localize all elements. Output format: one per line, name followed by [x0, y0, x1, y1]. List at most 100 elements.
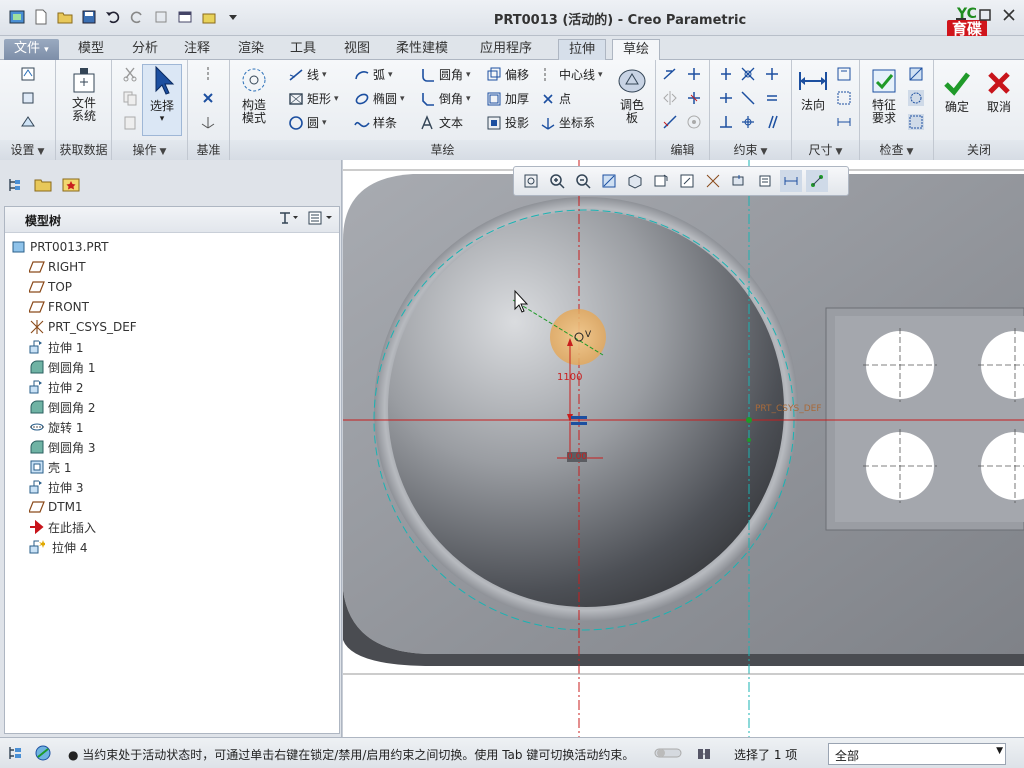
- maximize-button[interactable]: [976, 6, 994, 24]
- tree-item-revolve-1[interactable]: 旋转 1: [29, 417, 83, 437]
- folder-browser-tab-icon[interactable]: [32, 174, 54, 196]
- tree-item-extrude-4[interactable]: 拉伸 4: [29, 537, 87, 557]
- offset-tool[interactable]: 偏移: [486, 66, 529, 83]
- tree-item-round-1[interactable]: 倒圆角 1: [29, 357, 95, 377]
- tab-analysis[interactable]: 分析: [122, 39, 168, 60]
- toggle-icon[interactable]: [654, 747, 682, 762]
- tree-item-shell-1[interactable]: 壳 1: [29, 457, 71, 477]
- sketch-view-toolbar-icon[interactable]: [676, 170, 698, 192]
- tab-sketch[interactable]: 草绘: [612, 39, 661, 60]
- normal-dimension-button[interactable]: 法向: [796, 66, 830, 112]
- tree-item-extrude-2[interactable]: 拉伸 2: [29, 377, 83, 397]
- tree-item-part[interactable]: PRT0013.PRT: [11, 237, 108, 257]
- repaint-icon[interactable]: [598, 170, 620, 192]
- circle-tool[interactable]: 圆 ▾: [288, 114, 327, 131]
- rotate-resize-icon[interactable]: [686, 114, 702, 130]
- tree-item-round-3[interactable]: 倒圆角 3: [29, 437, 95, 457]
- saved-views-icon[interactable]: [650, 170, 672, 192]
- tree-item-right[interactable]: RIGHT: [29, 257, 86, 277]
- tree-item-extrude-1[interactable]: 拉伸 1: [29, 337, 83, 357]
- tab-applications[interactable]: 应用程序: [470, 39, 542, 60]
- reference-dim-icon[interactable]: [836, 90, 852, 106]
- feature-requirements-button[interactable]: 特征 要求: [864, 66, 904, 125]
- arc-tool[interactable]: 弧 ▾: [354, 66, 393, 83]
- display-style-icon[interactable]: [624, 170, 646, 192]
- equal-constraint-icon[interactable]: [764, 90, 780, 106]
- selection-filter-icon[interactable]: [696, 746, 716, 765]
- dimension-display-icon[interactable]: [780, 170, 802, 192]
- model-tree-tab-icon[interactable]: [4, 174, 26, 196]
- divide-icon[interactable]: [686, 66, 702, 82]
- rectangle-tool[interactable]: 矩形 ▾: [288, 90, 339, 107]
- mirror-icon[interactable]: [662, 90, 678, 106]
- copy-icon[interactable]: [122, 90, 138, 106]
- cancel-button[interactable]: 取消: [980, 68, 1018, 114]
- dimension-label-horizontal[interactable]: 0.00: [567, 452, 588, 462]
- spin-center-icon[interactable]: [728, 170, 750, 192]
- parallel-constraint-icon[interactable]: [764, 114, 780, 130]
- shade-closed-loops-icon[interactable]: [908, 114, 924, 130]
- tree-item-insert-here[interactable]: 在此插入: [29, 517, 96, 537]
- tab-file[interactable]: 文件 ▾: [4, 39, 59, 60]
- symmetric-constraint-icon[interactable]: [764, 66, 780, 82]
- text-tool[interactable]: 文本: [420, 114, 463, 131]
- palette-button[interactable]: 调色 板: [612, 66, 652, 125]
- tab-render[interactable]: 渲染: [228, 39, 274, 60]
- paste-icon[interactable]: [122, 114, 138, 130]
- thicken-tool[interactable]: 加厚: [486, 90, 529, 107]
- perimeter-dim-icon[interactable]: [836, 66, 852, 82]
- zoom-in-icon[interactable]: [546, 170, 568, 192]
- ellipse-tool[interactable]: 椭圆 ▾: [354, 90, 405, 107]
- vertical-constraint-icon[interactable]: [718, 66, 734, 82]
- cut-icon[interactable]: [122, 66, 138, 82]
- chamfer-tool[interactable]: 倒角 ▾: [420, 90, 471, 107]
- group-dimension-label[interactable]: 尺寸 ▼: [792, 140, 859, 160]
- tangent-constraint-icon[interactable]: [740, 66, 756, 82]
- sketch-view-icon[interactable]: [20, 114, 36, 130]
- tree-settings-icon[interactable]: [277, 210, 299, 229]
- spline-tool[interactable]: 样条: [354, 114, 397, 131]
- modify-icon[interactable]: [662, 66, 678, 82]
- tab-flexible-modeling[interactable]: 柔性建模: [386, 39, 458, 60]
- dimension-label-vertical[interactable]: 1100: [557, 372, 582, 383]
- coincident-constraint-icon[interactable]: [740, 114, 756, 130]
- highlight-open-ends-icon[interactable]: [908, 90, 924, 106]
- datum-display-icon[interactable]: [702, 170, 724, 192]
- tree-item-front[interactable]: FRONT: [29, 297, 89, 317]
- group-setup-label[interactable]: 设置 ▼: [0, 140, 55, 160]
- tab-extrude[interactable]: 拉伸: [558, 39, 607, 60]
- horizontal-constraint-icon[interactable]: [718, 90, 734, 106]
- csys-tool[interactable]: 坐标系: [540, 114, 595, 131]
- datum-csys-icon[interactable]: [200, 114, 216, 130]
- construction-mode-button[interactable]: 构造 模式: [234, 66, 274, 125]
- file-system-button[interactable]: 文件 系统: [64, 66, 104, 123]
- annotation-display-icon[interactable]: [754, 170, 776, 192]
- browser-icon[interactable]: [34, 744, 52, 765]
- select-button[interactable]: 选择 ▾: [142, 64, 182, 136]
- tree-item-csys[interactable]: PRT_CSYS_DEF: [29, 317, 137, 337]
- tree-item-top[interactable]: TOP: [29, 277, 72, 297]
- tree-item-dtm1[interactable]: DTM1: [29, 497, 83, 517]
- project-tool[interactable]: 投影: [486, 114, 529, 131]
- favorites-tab-icon[interactable]: [60, 174, 82, 196]
- datum-centerline-icon[interactable]: [200, 66, 216, 82]
- perpendicular-constraint-icon[interactable]: [718, 114, 734, 130]
- tree-item-round-2[interactable]: 倒圆角 2: [29, 397, 95, 417]
- group-constraints-label[interactable]: 约束 ▼: [710, 140, 791, 160]
- close-button[interactable]: [1000, 6, 1018, 24]
- tab-tools[interactable]: 工具: [280, 39, 326, 60]
- corner-icon[interactable]: [662, 114, 678, 130]
- tab-annotate[interactable]: 注释: [174, 39, 220, 60]
- baseline-dim-icon[interactable]: [836, 114, 852, 130]
- centerline-tool[interactable]: 中心线 ▾: [540, 66, 603, 83]
- group-operations-label[interactable]: 操作 ▼: [112, 140, 187, 160]
- delete-segment-icon[interactable]: [686, 90, 702, 106]
- fillet-tool[interactable]: 圆角 ▾: [420, 66, 471, 83]
- sketch-setup-icon[interactable]: [20, 66, 36, 82]
- vertex-display-icon[interactable]: [806, 170, 828, 192]
- tree-columns-icon[interactable]: [307, 210, 333, 229]
- graphics-window[interactable]: 1100 0.00 PRT_CSYS_DEF V: [343, 160, 1024, 737]
- reference-icon[interactable]: [20, 90, 36, 106]
- tree-item-extrude-3[interactable]: 拉伸 3: [29, 477, 83, 497]
- line-tool[interactable]: 线 ▾: [288, 66, 327, 83]
